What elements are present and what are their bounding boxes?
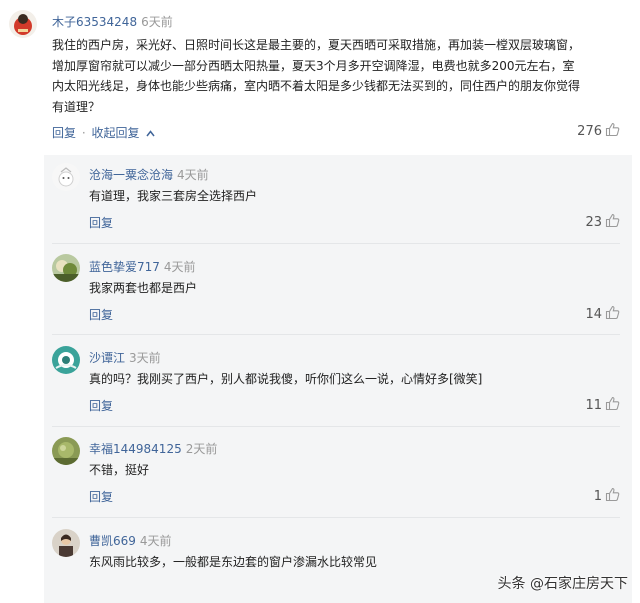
comment-line: 有道理？ [52, 99, 101, 114]
thumbs-up-icon [605, 396, 620, 415]
comment-time: 6天前 [141, 15, 173, 29]
divider [52, 334, 620, 335]
avatar[interactable] [52, 346, 80, 374]
avatar[interactable] [9, 10, 37, 38]
username[interactable]: 曹凯669 [89, 534, 136, 548]
divider [52, 426, 620, 427]
reply-text: 我家两套也都是西户 [89, 281, 198, 295]
reply-button[interactable]: 回复 [89, 397, 113, 414]
like-button[interactable]: 276 [577, 122, 620, 141]
like-button[interactable]: 11 [585, 396, 620, 415]
comment-time: 2天前 [185, 442, 218, 456]
avatar[interactable] [52, 254, 80, 282]
reply-user: 曹凯669 4天前 [89, 532, 172, 549]
reply-button[interactable]: 回复 [89, 214, 113, 231]
reply-user: 沙谭江 3天前 [89, 349, 161, 366]
username[interactable]: 沙谭江 [89, 351, 125, 365]
avatar[interactable] [52, 163, 80, 191]
like-count: 14 [585, 307, 602, 322]
reply-button[interactable]: 回复 [52, 126, 76, 140]
reply-button[interactable]: 回复 [89, 488, 113, 505]
username[interactable]: 蓝色挚爱717 [89, 260, 160, 274]
reply-text: 真的吗？我刚买了西户，别人都说我傻，听你们这么一说，心情好多[微笑] [89, 372, 483, 386]
like-button[interactable]: 1 [594, 487, 620, 506]
reply-button[interactable]: 回复 [89, 306, 113, 323]
reply-text: 有道理，我家三套房全选择西户 [89, 189, 258, 203]
like-count: 1 [593, 489, 602, 504]
like-count: 23 [585, 215, 602, 230]
comment-time: 4天前 [177, 168, 209, 182]
like-count: 276 [577, 124, 602, 139]
comment-line: 我住的西户房，采光好、日照时间长这是最主要的，夏天西晒可采取措施，再加装一樘双层… [52, 38, 581, 52]
thumbs-up-icon [605, 122, 620, 141]
main-comment-text: 我住的西户房，采光好、日照时间长这是最主要的，夏天西晒可采取措施，再加装一樘双层… [52, 35, 632, 117]
like-button[interactable]: 23 [585, 213, 620, 232]
username[interactable]: 木子63534248 [52, 15, 137, 29]
avatar[interactable] [52, 529, 80, 557]
divider [52, 517, 620, 518]
comment-time: 4天前 [139, 534, 172, 548]
avatar[interactable] [52, 437, 80, 465]
comment-line: 增加厚窗帘就可以减少一部分西晒太阳热量，夏天3个月多开空调降湿，电费也就多200… [52, 58, 575, 73]
divider [52, 243, 620, 244]
reply-user: 蓝色挚爱717 4天前 [89, 258, 196, 275]
username[interactable]: 幸福144984125 [89, 442, 182, 456]
username[interactable]: 沧海一粟念沧海 [89, 168, 173, 182]
comment-time: 3天前 [129, 351, 161, 365]
collapse-replies-label: 收起回复 [91, 126, 140, 140]
comment-line: 内太阳光线足，身体也能少些病痛，室内晒不着太阳是多少钱都无法买到的，同住西户的朋… [52, 79, 581, 93]
like-button[interactable]: 14 [585, 305, 620, 324]
thumbs-up-icon [605, 213, 620, 232]
reply-user: 沧海一粟念沧海 4天前 [89, 166, 209, 183]
chevron-up-icon [143, 126, 156, 140]
main-comment-user: 木子63534248 6天前 [52, 13, 173, 30]
watermark: 头条 @石家庄房天下 [497, 576, 628, 592]
reply-text: 东风雨比较多，一般都是东边套的窗户渗漏水比较常见 [89, 555, 378, 569]
like-count: 11 [585, 398, 602, 413]
thumbs-up-icon [605, 487, 620, 506]
collapse-replies-button[interactable]: 收起回复 [92, 126, 156, 140]
main-comment-actions: 回复 · 收起回复 [52, 124, 155, 141]
thumbs-up-icon [605, 305, 620, 324]
reply-text: 不错，挺好 [89, 463, 150, 477]
separator: · [81, 126, 86, 140]
reply-user: 幸福144984125 2天前 [89, 440, 217, 457]
comment-time: 4天前 [163, 260, 196, 274]
